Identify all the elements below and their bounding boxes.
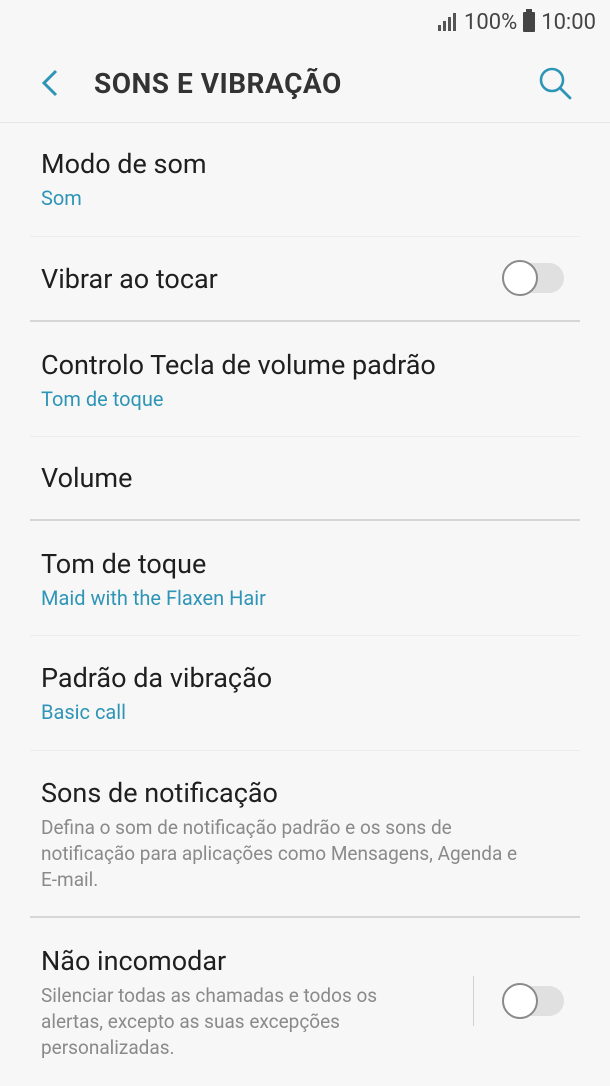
setting-value: Maid with the Flaxen Hair: [41, 586, 266, 610]
setting-description: Defina o som de notificação padrão e os …: [41, 816, 518, 891]
setting-volume[interactable]: Volume: [30, 437, 580, 521]
do-not-disturb-toggle[interactable]: [502, 983, 564, 1019]
setting-vibration-pattern[interactable]: Padrão da vibração Basic call: [30, 636, 580, 751]
vibrate-toggle[interactable]: [502, 260, 564, 296]
setting-sound-mode[interactable]: Modo de som Som: [30, 123, 580, 237]
setting-title: Padrão da vibração: [41, 662, 273, 694]
setting-value: Tom de toque: [41, 387, 164, 411]
toggle-knob: [502, 260, 538, 296]
settings-list: Modo de som Som Vibrar ao tocar Controlo…: [0, 123, 610, 1083]
app-bar: SONS E VIBRAÇÃO: [0, 44, 610, 123]
setting-volume-key-control[interactable]: Controlo Tecla de volume padrão Tom de t…: [30, 322, 580, 437]
battery-icon: [523, 9, 536, 32]
setting-notification-sounds[interactable]: Sons de notificação Defina o som de noti…: [30, 751, 580, 918]
status-bar: 100% 10:00: [0, 0, 610, 44]
signal-icon: [437, 13, 456, 31]
setting-title: Volume: [41, 462, 133, 494]
divider: [473, 976, 474, 1026]
setting-value: Som: [41, 186, 82, 210]
setting-vibrate-on-ring[interactable]: Vibrar ao tocar: [30, 237, 580, 322]
setting-title: Não incomodar: [41, 945, 227, 977]
setting-description: Silenciar todas as chamadas e todos os a…: [41, 984, 378, 1059]
setting-ringtone[interactable]: Tom de toque Maid with the Flaxen Hair: [30, 521, 580, 636]
setting-title: Sons de notificação: [41, 777, 278, 809]
chevron-left-icon: [41, 69, 58, 97]
battery-percent: 100%: [463, 9, 518, 35]
toggle-knob: [502, 983, 538, 1019]
back-button[interactable]: [32, 65, 68, 101]
page-title: SONS E VIBRAÇÃO: [94, 66, 342, 100]
setting-title: Controlo Tecla de volume padrão: [41, 349, 436, 381]
clock: 10:00: [541, 9, 596, 35]
setting-title: Vibrar ao tocar: [41, 263, 218, 295]
setting-title: Tom de toque: [41, 548, 207, 580]
setting-value: Basic call: [41, 700, 127, 724]
setting-do-not-disturb[interactable]: Não incomodar Silenciar todas as chamada…: [30, 918, 580, 1083]
search-button[interactable]: [536, 64, 574, 102]
search-icon: [539, 67, 572, 100]
setting-title: Modo de som: [41, 148, 207, 180]
